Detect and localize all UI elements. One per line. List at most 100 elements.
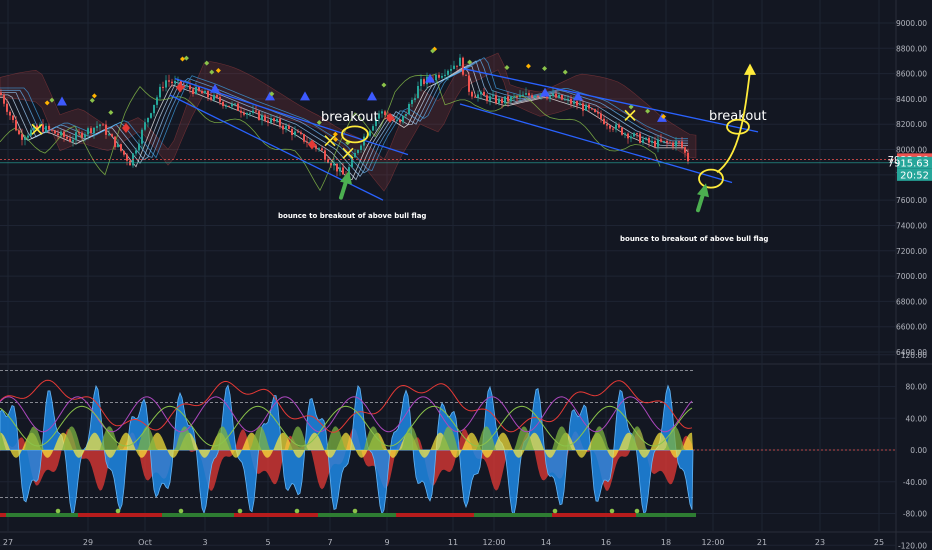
candle-body[interactable]: [75, 132, 77, 140]
candle-body[interactable]: [216, 95, 218, 97]
green-arrow-shaft[interactable]: [696, 192, 705, 213]
candle-body[interactable]: [264, 115, 266, 121]
candle-body[interactable]: [492, 95, 494, 97]
candle-body[interactable]: [678, 141, 680, 143]
candle-body[interactable]: [537, 95, 539, 97]
candle-body[interactable]: [123, 150, 125, 155]
candle-body[interactable]: [192, 89, 194, 95]
candle-body[interactable]: [396, 119, 398, 121]
candle-body[interactable]: [246, 113, 248, 115]
candle-body[interactable]: [663, 140, 665, 142]
candle-body[interactable]: [96, 126, 98, 128]
candle-body[interactable]: [471, 91, 473, 97]
candle-body[interactable]: [687, 152, 689, 162]
candle-body[interactable]: [333, 163, 335, 166]
candle-body[interactable]: [531, 95, 533, 98]
candle-body[interactable]: [639, 133, 641, 143]
candle-body[interactable]: [138, 143, 140, 151]
candle-body[interactable]: [405, 113, 407, 116]
candle-body[interactable]: [468, 75, 470, 92]
candle-body[interactable]: [306, 141, 308, 143]
candle-body[interactable]: [372, 126, 374, 131]
candle-body[interactable]: [594, 109, 596, 113]
candle-body[interactable]: [126, 154, 128, 161]
candle-body[interactable]: [87, 128, 89, 135]
candle-body[interactable]: [174, 80, 176, 84]
candle-body[interactable]: [501, 98, 503, 104]
candle-body[interactable]: [591, 108, 593, 110]
candle-body[interactable]: [252, 110, 254, 113]
candle-body[interactable]: [342, 167, 344, 175]
candle-body[interactable]: [618, 124, 620, 128]
candle-body[interactable]: [360, 145, 362, 151]
candle-body[interactable]: [600, 113, 602, 119]
candle-body[interactable]: [291, 128, 293, 135]
candle-body[interactable]: [84, 134, 86, 138]
candle-body[interactable]: [381, 111, 383, 114]
candle-body[interactable]: [384, 111, 386, 116]
candle-body[interactable]: [477, 94, 479, 98]
candle-body[interactable]: [285, 125, 287, 130]
candle-body[interactable]: [675, 141, 677, 147]
candle-body[interactable]: [660, 139, 662, 142]
candle-body[interactable]: [462, 57, 464, 75]
candle-body[interactable]: [114, 136, 116, 147]
candle-body[interactable]: [420, 79, 422, 87]
candle-body[interactable]: [336, 163, 338, 172]
candle-body[interactable]: [447, 70, 449, 75]
candle-body[interactable]: [483, 91, 485, 96]
candle-body[interactable]: [585, 104, 587, 111]
candle-body[interactable]: [195, 86, 197, 95]
candle-body[interactable]: [519, 94, 521, 98]
candle-body[interactable]: [249, 112, 251, 114]
candle-body[interactable]: [552, 93, 554, 96]
candle-body[interactable]: [666, 140, 668, 143]
candle-body[interactable]: [99, 124, 101, 127]
candle-body[interactable]: [513, 96, 515, 98]
candle-body[interactable]: [351, 157, 353, 168]
candle-body[interactable]: [654, 140, 656, 147]
candle-body[interactable]: [135, 150, 137, 154]
candle-body[interactable]: [555, 93, 557, 98]
candle-body[interactable]: [357, 150, 359, 153]
candle-body[interactable]: [51, 129, 53, 131]
candle-body[interactable]: [681, 141, 683, 148]
candle-body[interactable]: [297, 131, 299, 133]
candle-body[interactable]: [438, 74, 440, 78]
candle-body[interactable]: [9, 111, 11, 116]
candle-body[interactable]: [597, 112, 599, 114]
candle-body[interactable]: [369, 130, 371, 136]
candle-body[interactable]: [561, 94, 563, 100]
candle-body[interactable]: [603, 118, 605, 125]
candle-body[interactable]: [204, 90, 206, 94]
candle-body[interactable]: [255, 110, 257, 112]
candle-body[interactable]: [393, 118, 395, 121]
candle-body[interactable]: [495, 95, 497, 104]
candle-body[interactable]: [411, 99, 413, 105]
buy-signal-triangle[interactable]: [57, 96, 67, 106]
candle-body[interactable]: [186, 85, 188, 87]
candle-body[interactable]: [672, 142, 674, 147]
candle-body[interactable]: [408, 104, 410, 114]
candle-body[interactable]: [423, 79, 425, 85]
candle-body[interactable]: [303, 134, 305, 142]
candle-body[interactable]: [435, 74, 437, 81]
candle-body[interactable]: [354, 152, 356, 158]
candle-body[interactable]: [273, 118, 275, 122]
candle-body[interactable]: [81, 132, 83, 138]
candle-body[interactable]: [570, 98, 572, 104]
candle-body[interactable]: [165, 80, 167, 88]
candle-body[interactable]: [606, 124, 608, 126]
candle-body[interactable]: [210, 97, 212, 100]
candle-body[interactable]: [300, 132, 302, 135]
candle-body[interactable]: [102, 124, 104, 126]
candle-body[interactable]: [225, 105, 227, 107]
candle-body[interactable]: [147, 117, 149, 123]
candle-body[interactable]: [324, 150, 326, 160]
candle-body[interactable]: [48, 125, 50, 130]
candle-body[interactable]: [294, 131, 296, 135]
candle-body[interactable]: [399, 119, 401, 123]
candle-body[interactable]: [669, 142, 671, 144]
candle-body[interactable]: [642, 139, 644, 143]
candle-body[interactable]: [684, 147, 686, 153]
